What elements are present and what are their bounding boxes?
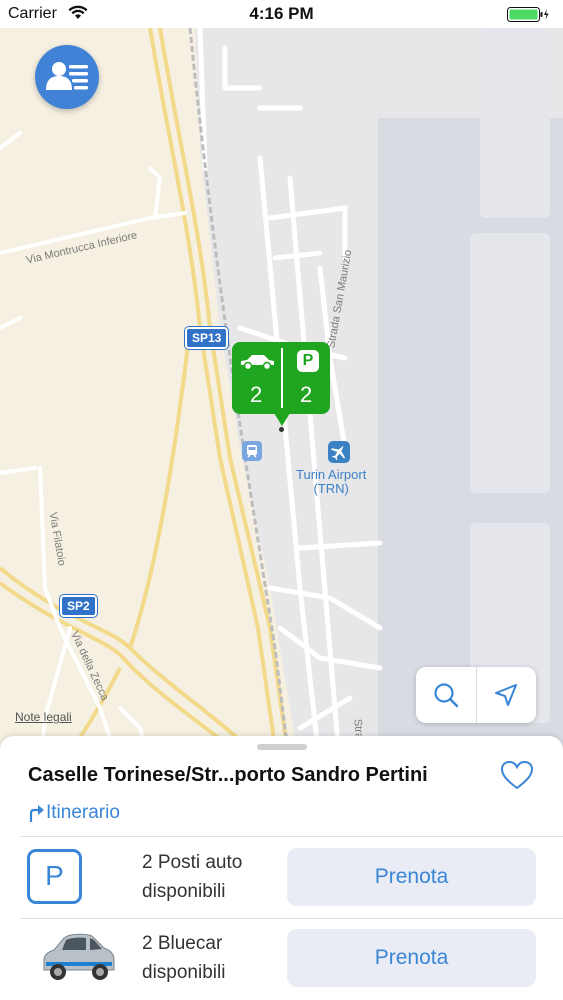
heart-icon <box>500 760 534 790</box>
train-station-icon[interactable] <box>242 441 262 461</box>
search-icon <box>434 683 459 708</box>
airport-label: Turin Airport (TRN) <box>296 468 366 496</box>
app-screen: Carrier 4:16 PM Via Montrucca Inferiore … <box>0 0 563 1000</box>
favorite-button[interactable] <box>500 760 534 795</box>
station-detail-sheet[interactable]: Caselle Torinese/Str...porto Sandro Pert… <box>0 736 563 1000</box>
airport-icon[interactable] <box>328 441 350 463</box>
airport-code: (TRN) <box>313 481 349 496</box>
marker-location-dot <box>279 427 284 432</box>
divider <box>20 918 563 919</box>
divider <box>20 836 563 837</box>
road-shield-sp2: SP2 <box>60 595 97 617</box>
battery-icon <box>507 7 549 22</box>
book-parking-button[interactable]: Prenota <box>287 848 536 906</box>
book-bluecar-button[interactable]: Prenota <box>287 929 536 987</box>
location-arrow-icon <box>495 684 517 706</box>
search-button[interactable] <box>416 667 476 723</box>
sheet-grabber[interactable] <box>257 744 307 750</box>
parking-icon: P <box>297 350 319 372</box>
parking-icon: P <box>27 849 82 904</box>
itinerary-label: Itinerario <box>46 802 120 823</box>
car-icon <box>241 355 274 371</box>
marker-divider <box>281 348 283 408</box>
station-marker[interactable]: P 2 2 <box>232 342 330 426</box>
locate-me-button[interactable] <box>476 667 536 723</box>
legal-notes-link[interactable]: Note legali <box>15 710 72 724</box>
airport-name: Turin Airport <box>296 467 367 482</box>
parking-availability-line2: disponibili <box>142 881 226 902</box>
user-list-icon <box>46 62 88 90</box>
bluecar-availability-line1: 2 Bluecar <box>142 933 223 954</box>
turn-right-icon <box>29 805 44 822</box>
status-bar: Carrier 4:16 PM <box>0 0 563 28</box>
map-controls <box>416 667 536 723</box>
parking-availability-line1: 2 Posti auto <box>142 852 243 873</box>
bluecar-availability-line2: disponibili <box>142 962 226 983</box>
station-title: Caselle Torinese/Str...porto Sandro Pert… <box>28 764 428 786</box>
cars-available-count: 2 <box>250 382 263 407</box>
profile-menu-button[interactable] <box>35 45 99 109</box>
road-shield-sp13: SP13 <box>185 327 229 349</box>
bluecar-availability-text: 2 Bluecar disponibili <box>142 929 225 987</box>
bluecar-image <box>38 930 118 991</box>
parking-letter: P <box>45 860 64 891</box>
parking-availability-text: 2 Posti auto disponibili <box>142 848 242 906</box>
clock: 4:16 PM <box>249 4 314 23</box>
itinerary-link[interactable]: Itinerario <box>28 802 120 824</box>
parking-available-count: 2 <box>300 382 313 407</box>
